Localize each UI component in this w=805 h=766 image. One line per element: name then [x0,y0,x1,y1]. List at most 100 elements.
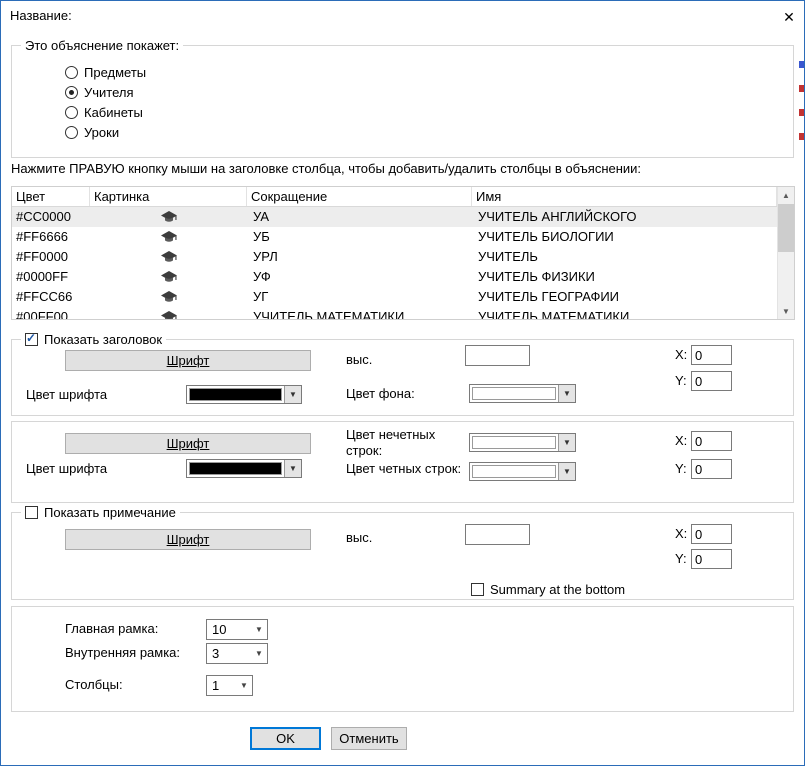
cancel-button[interactable]: Отменить [331,727,407,750]
column-header-name[interactable]: Имя [472,187,777,206]
rows-x-input[interactable] [691,431,732,451]
row-color-text: #FF6666 [12,227,90,247]
table-row[interactable]: #FF6666 УБ УЧИТЕЛЬ БИОЛОГИИ [12,227,794,247]
chevron-down-icon[interactable]: ▼ [251,649,267,658]
radio-circle[interactable] [65,126,78,139]
main-frame-label: Главная рамка: [65,619,158,639]
graduation-cap-icon [161,311,177,321]
scroll-up-icon[interactable]: ▲ [778,187,794,203]
column-header-color[interactable]: Цвет [12,187,90,206]
summary-bottom-checkbox[interactable]: ✓ Summary at the bottom [467,581,629,598]
chevron-down-icon[interactable]: ▼ [251,625,267,634]
header-y-input[interactable] [691,371,732,391]
header-height-input[interactable] [465,345,530,366]
select-value: 3 [207,646,251,661]
note-font-button[interactable]: Шрифт [65,529,311,550]
chevron-down-icon[interactable]: ▼ [558,463,575,480]
row-name: УЧИТЕЛЬ МАТЕМАТИКИ [472,307,777,320]
close-icon[interactable]: ✕ [779,7,799,27]
show-group-title: Это объяснение покажет: [21,38,183,53]
even-rows-color-dropdown[interactable]: ▼ [469,462,576,481]
header-font-button[interactable]: Шрифт [65,350,311,371]
rows-font-button[interactable]: Шрифт [65,433,311,454]
chevron-down-icon[interactable]: ▼ [236,681,252,690]
scroll-down-icon[interactable]: ▼ [778,303,794,319]
column-header-abbr[interactable]: Сокращение [247,187,472,206]
scrollbar-thumb[interactable] [778,204,794,252]
row-picture-cell [90,227,247,247]
note-y-label: Y: [675,549,687,569]
row-abbr: УА [247,207,472,227]
row-abbr: УГ [247,287,472,307]
checkbox-box[interactable]: ✓ [25,333,38,346]
select-value: 1 [207,678,236,693]
row-color-text: #0000FF [12,267,90,287]
radio-label: Предметы [84,65,146,80]
note-y-input[interactable] [691,549,732,569]
checkbox-box[interactable]: ✓ [25,506,38,519]
check-icon: ✓ [26,331,36,345]
note-height-input[interactable] [465,524,530,545]
ok-button[interactable]: OK [250,727,321,750]
radio-classrooms[interactable]: Кабинеты [65,104,143,120]
chevron-down-icon[interactable]: ▼ [284,460,301,477]
note-x-input[interactable] [691,524,732,544]
row-abbr: УРЛ [247,247,472,267]
header-bg-color-label: Цвет фона: [346,384,415,404]
row-color-text: #CC0000 [12,207,90,227]
edge-artifact [799,109,804,116]
show-note-checkbox[interactable]: ✓ Показать примечание [21,504,180,521]
button-label: Отменить [339,731,398,746]
row-color-text: #FFCC66 [12,287,90,307]
page-title: Название: [10,1,72,31]
hint-text: Нажмите ПРАВУЮ кнопку мыши на заголовке … [11,159,641,179]
rows-y-label: Y: [675,459,687,479]
radio-subjects[interactable]: Предметы [65,64,146,80]
chevron-down-icon[interactable]: ▼ [284,386,301,403]
table-row[interactable]: #0000FF УФ УЧИТЕЛЬ ФИЗИКИ [12,267,794,287]
row-abbr: УЧИТЕЛЬ МАТЕМАТИКИ [247,307,472,320]
graduation-cap-icon [161,251,177,264]
row-name: УЧИТЕЛЬ БИОЛОГИИ [472,227,777,247]
radio-lessons[interactable]: Уроки [65,124,119,140]
main-frame-select[interactable]: 10 ▼ [206,619,268,640]
chevron-down-icon[interactable]: ▼ [558,385,575,402]
chevron-down-icon[interactable]: ▼ [558,434,575,451]
table-row[interactable]: #00FF00 УЧИТЕЛЬ МАТЕМАТИКИ УЧИТЕЛЬ МАТЕМ… [12,307,794,320]
header-font-color-dropdown[interactable]: ▼ [186,385,302,404]
row-abbr: УФ [247,267,472,287]
column-header-picture[interactable]: Картинка [90,187,247,206]
radio-circle[interactable] [65,106,78,119]
rows-y-input[interactable] [691,459,732,479]
color-swatch [472,387,556,400]
table-row[interactable]: #FF0000 УРЛ УЧИТЕЛЬ [12,247,794,267]
show-group: Это объяснение покажет: [11,45,794,158]
header-height-label: выс. [346,350,372,370]
radio-circle[interactable] [65,66,78,79]
radio-teachers[interactable]: Учителя [65,84,134,100]
note-x-label: X: [675,524,687,544]
color-swatch [472,465,556,478]
table-header: Цвет Картинка Сокращение Имя [12,187,794,207]
columns-select[interactable]: 1 ▼ [206,675,253,696]
radio-circle[interactable] [65,86,78,99]
row-picture-cell [90,207,247,227]
odd-rows-color-dropdown[interactable]: ▼ [469,433,576,452]
header-bg-color-dropdown[interactable]: ▼ [469,384,576,403]
inner-frame-select[interactable]: 3 ▼ [206,643,268,664]
table-row[interactable]: #FFCC66 УГ УЧИТЕЛЬ ГЕОГРАФИИ [12,287,794,307]
header-x-input[interactable] [691,345,732,365]
legend-table: Цвет Картинка Сокращение Имя #CC0000 УА … [11,186,795,320]
graduation-cap-icon [161,211,177,224]
rows-font-color-dropdown[interactable]: ▼ [186,459,302,478]
checkbox-box[interactable]: ✓ [471,583,484,596]
row-picture-cell [90,307,247,320]
even-rows-color-label: Цвет четных строк: [346,459,461,479]
header-y-label: Y: [675,371,687,391]
columns-label: Столбцы: [65,675,123,695]
table-row[interactable]: #CC0000 УА УЧИТЕЛЬ АНГЛИЙСКОГО [12,207,794,227]
graduation-cap-icon [161,291,177,304]
odd-rows-color-label: Цвет нечетных строк: [346,427,464,459]
table-scrollbar[interactable]: ▲ ▼ [777,187,794,319]
show-header-checkbox[interactable]: ✓ Показать заголовок [21,331,166,348]
